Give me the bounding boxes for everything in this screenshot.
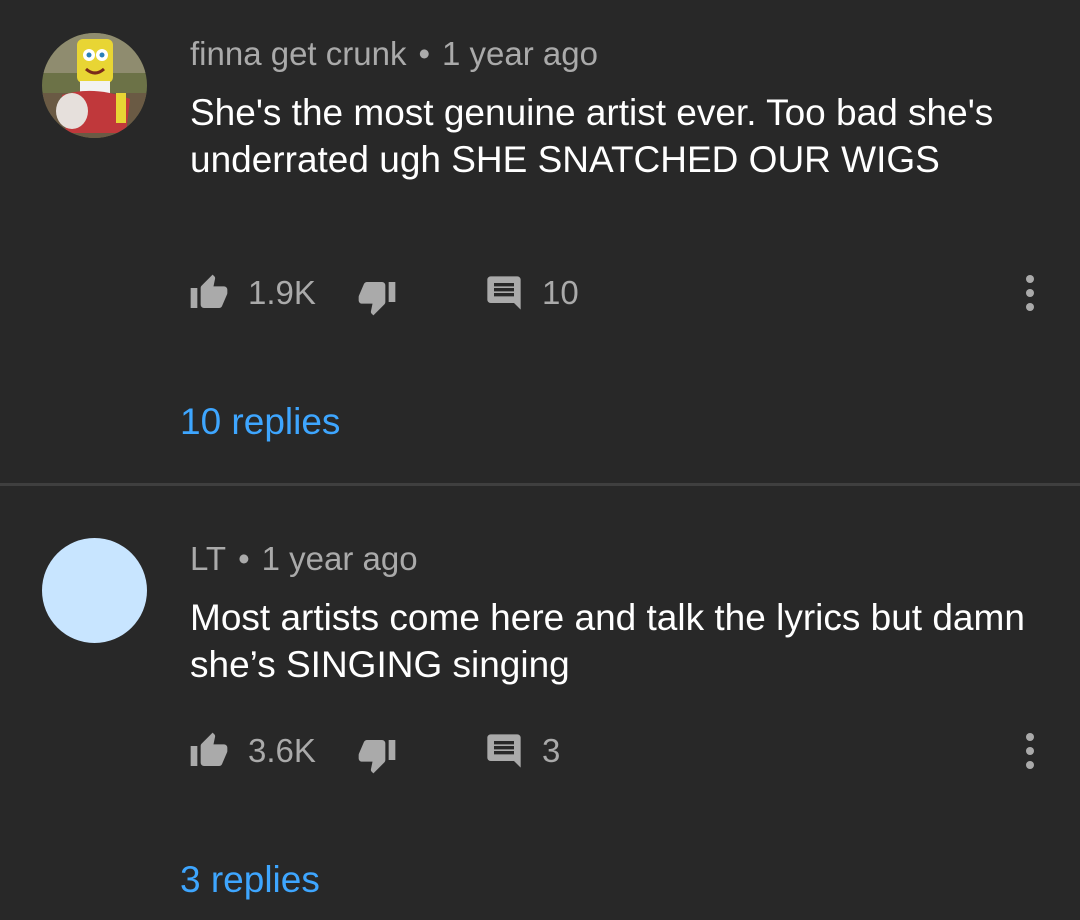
- view-replies-link[interactable]: 10 replies: [180, 400, 340, 444]
- author-name[interactable]: finna get crunk: [190, 35, 406, 72]
- like-count: 3.6K: [248, 732, 316, 769]
- reply-button[interactable]: 10: [484, 271, 579, 315]
- like-button[interactable]: 1.9K: [188, 271, 316, 315]
- meta-separator: •: [418, 35, 431, 72]
- more-vert-icon: [1026, 275, 1034, 311]
- comment-meta: LT • 1 year ago: [190, 539, 418, 579]
- like-count: 1.9K: [248, 274, 316, 311]
- comment: finna get crunk • 1 year ago She's the mos…: [0, 0, 1080, 484]
- comment-meta: finna get crunk • 1 year ago: [190, 34, 598, 74]
- reply-count: 10: [542, 274, 579, 311]
- dislike-button[interactable]: [356, 733, 398, 777]
- avatar[interactable]: [42, 33, 147, 138]
- more-options-button[interactable]: [1018, 729, 1042, 773]
- comment-icon: [487, 734, 521, 768]
- comment-icon: [487, 276, 521, 310]
- comment-actions: 1.9K 10: [188, 271, 1068, 316]
- meta-separator: •: [238, 540, 250, 577]
- avatar-image: [42, 33, 147, 138]
- more-options-button[interactable]: [1018, 271, 1042, 315]
- more-vert-icon: [1026, 733, 1034, 769]
- thumbs-down-icon: [358, 740, 396, 774]
- timestamp[interactable]: 1 year ago: [262, 540, 418, 577]
- reply-count: 3: [542, 732, 561, 769]
- thumbs-up-icon: [190, 274, 228, 308]
- thumbs-down-icon: [358, 282, 396, 316]
- thumbs-up-icon: [190, 732, 228, 766]
- comment-text: She's the most genuine artist ever. Too …: [190, 92, 994, 180]
- like-button[interactable]: 3.6K: [188, 729, 316, 773]
- avatar[interactable]: [42, 538, 147, 643]
- view-replies-link[interactable]: 3 replies: [180, 858, 320, 902]
- reply-button[interactable]: 3: [484, 729, 560, 773]
- author-name[interactable]: LT: [190, 540, 226, 577]
- comment-text: Most artists come here and talk the lyri…: [190, 597, 1025, 685]
- comment: LT • 1 year ago Most artists come here and…: [0, 486, 1080, 920]
- dislike-button[interactable]: [356, 275, 398, 319]
- comment-actions: 3.6K 3: [188, 729, 1068, 774]
- timestamp[interactable]: 1 year ago: [442, 35, 598, 72]
